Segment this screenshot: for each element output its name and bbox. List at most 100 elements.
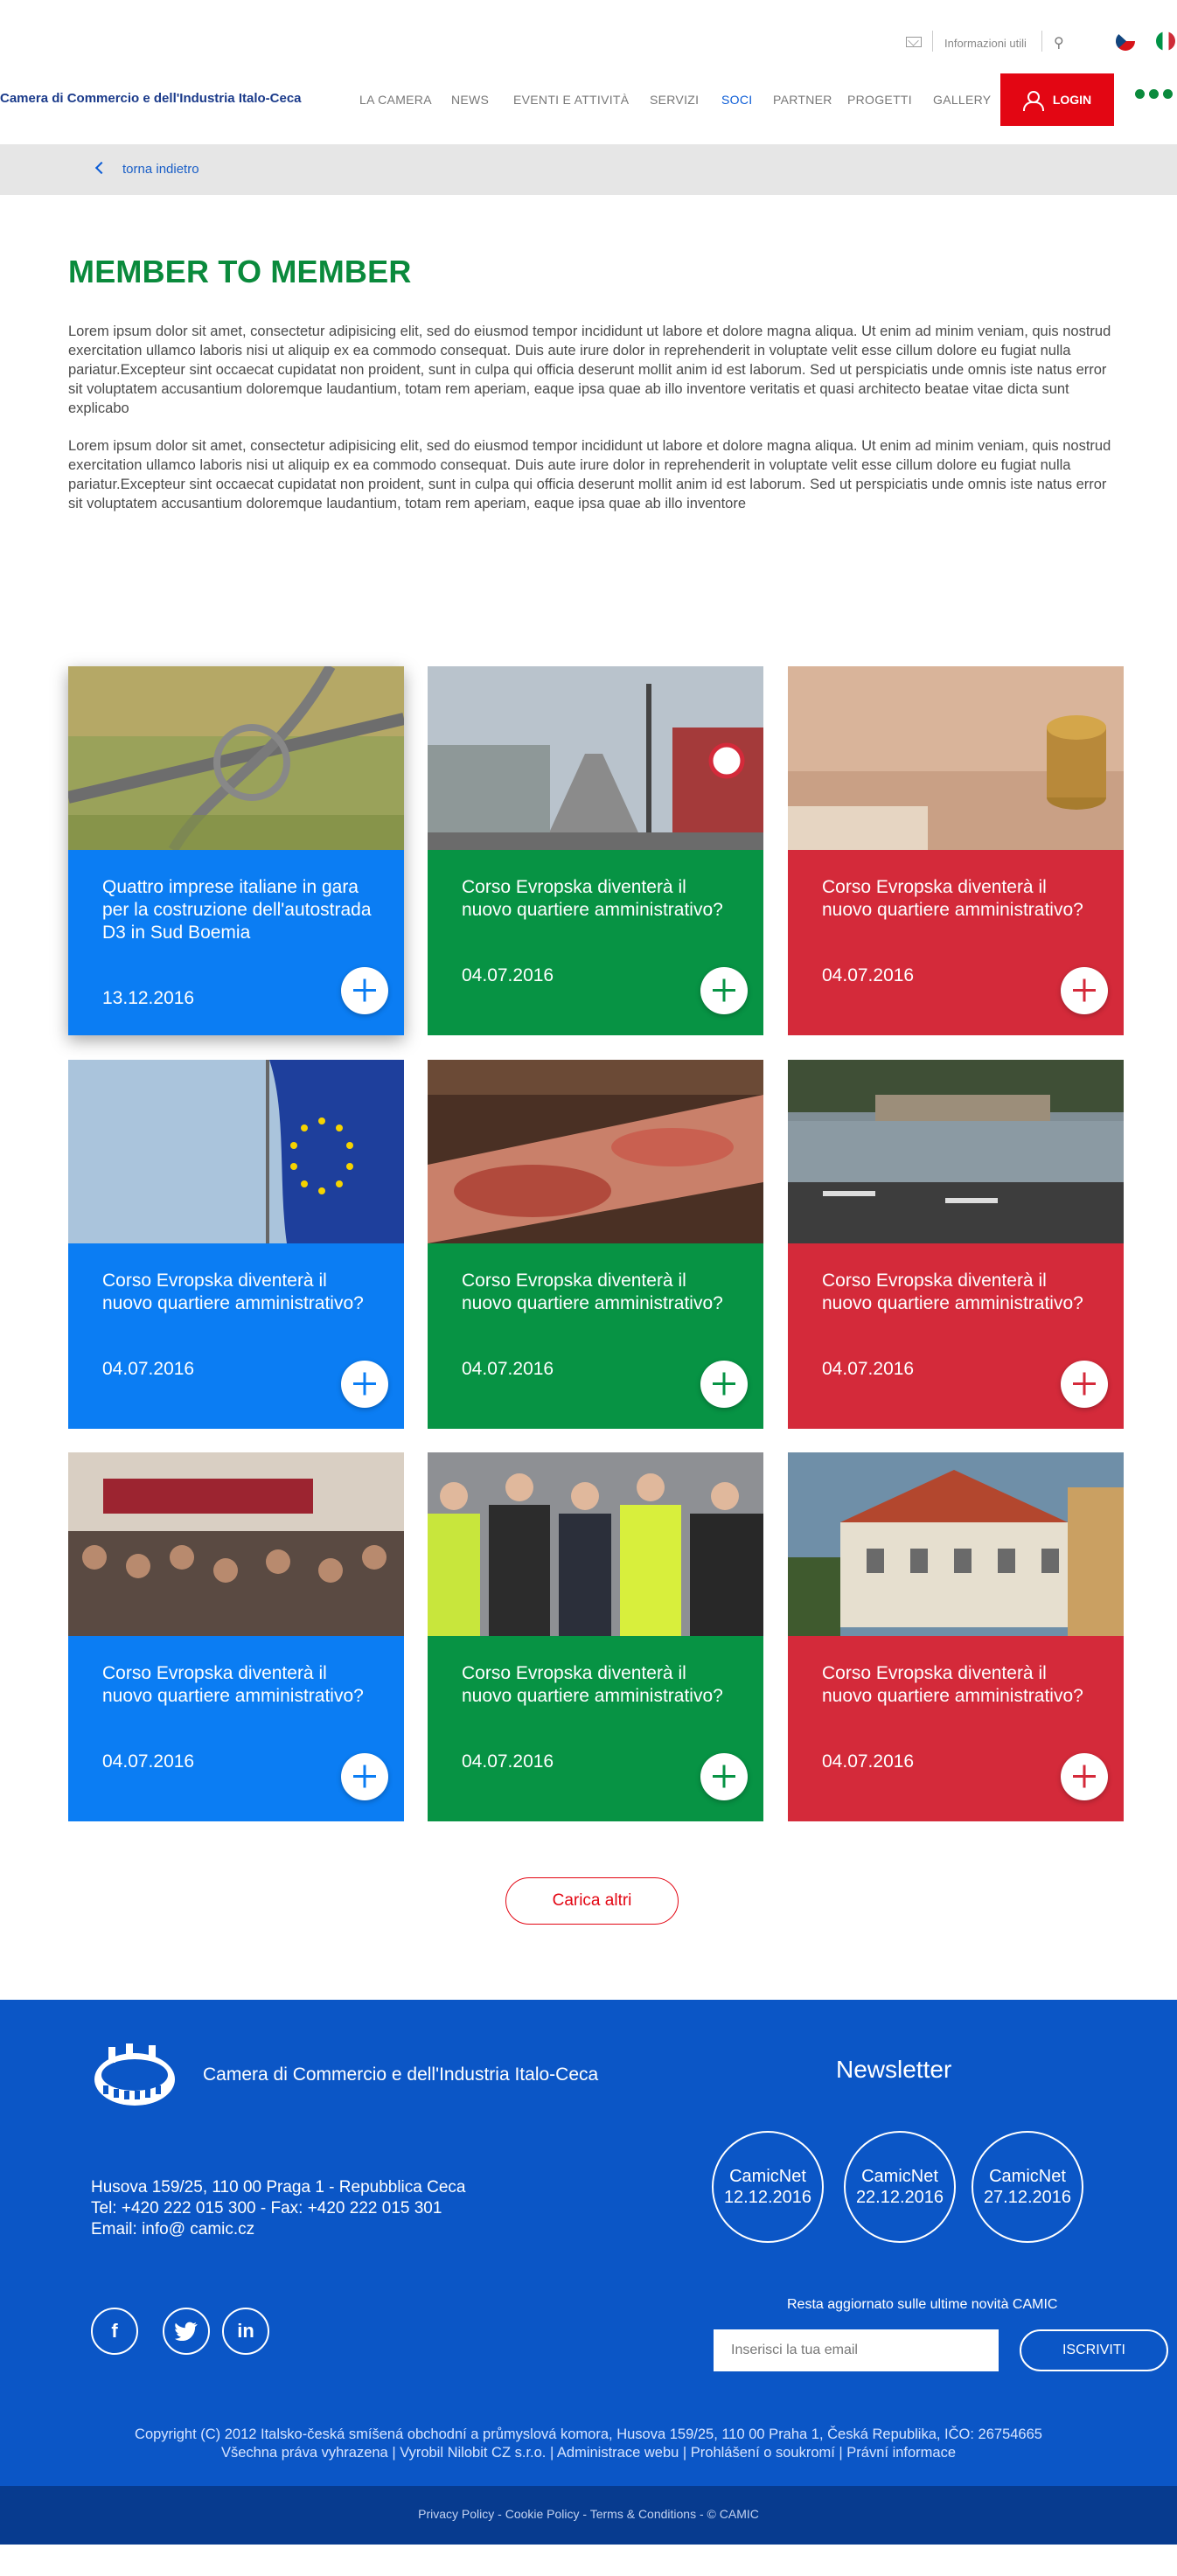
issue-date: 27.12.2016	[983, 2188, 1072, 2207]
plus-icon[interactable]	[341, 1361, 388, 1408]
copyright-line: Copyright (C) 2012 Italsko-česká smíšená…	[135, 2426, 1042, 2442]
issue-date: 22.12.2016	[855, 2188, 944, 2207]
plus-icon[interactable]	[1061, 967, 1108, 1014]
city-avenue-image	[428, 666, 763, 850]
breadcrumb-bar: torna indietro	[0, 144, 1177, 195]
card-title[interactable]: Corso Evropska diventerà il nuovo quarti…	[102, 1662, 373, 1708]
plus-icon[interactable]	[341, 967, 388, 1014]
card-title[interactable]: Corso Evropska diventerà il nuovo quarti…	[102, 1270, 373, 1315]
italian-flag-icon[interactable]	[1156, 31, 1175, 51]
card-body: Corso Evropska diventerà il nuovo quarti…	[68, 1243, 404, 1429]
login-button[interactable]: LOGIN	[1000, 73, 1114, 126]
river-image	[788, 1060, 1124, 1243]
news-card[interactable]: Corso Evropska diventerà il nuovo quarti…	[68, 1452, 404, 1821]
intro-paragraph: Lorem ipsum dolor sit amet, consectetur …	[68, 438, 1111, 512]
card-title[interactable]: Corso Evropska diventerà il nuovo quarti…	[462, 876, 733, 922]
card-body: Corso Evropska diventerà il nuovo quarti…	[428, 1636, 763, 1821]
czech-flag-icon[interactable]	[1116, 31, 1135, 51]
news-card[interactable]: Corso Evropska diventerà il nuovo quarti…	[428, 1452, 763, 1821]
divider	[1041, 31, 1042, 52]
coins-image	[788, 666, 1124, 850]
card-body: Corso Evropska diventerà il nuovo quarti…	[788, 1243, 1124, 1429]
card-body: Quattro imprese italiane in gara per la …	[68, 850, 404, 1035]
conference-image	[68, 1452, 404, 1636]
news-card[interactable]: Corso Evropska diventerà il nuovo quarti…	[68, 1060, 404, 1429]
search-icon[interactable]: ⚲	[1054, 34, 1064, 52]
more-menu-icon[interactable]	[1135, 89, 1173, 99]
footer-phone: Tel: +420 222 015 300 - Fax: +420 222 01…	[91, 2199, 442, 2217]
card-title[interactable]: Corso Evropska diventerà il nuovo quarti…	[822, 876, 1093, 922]
chevron-left-icon[interactable]	[94, 161, 108, 175]
plus-icon[interactable]	[1061, 1361, 1108, 1408]
nav-soci[interactable]: SOCI	[721, 93, 752, 107]
news-card[interactable]: Corso Evropska diventerà il nuovo quarti…	[788, 666, 1124, 1035]
newsletter-issue[interactable]: CamicNet 22.12.2016	[844, 2131, 956, 2243]
issue-date: 12.12.2016	[723, 2188, 812, 2207]
policy-links[interactable]: Privacy Policy - Cookie Policy - Terms &…	[0, 2507, 1177, 2521]
news-card[interactable]: Corso Evropska diventerà il nuovo quarti…	[788, 1060, 1124, 1429]
card-title[interactable]: Corso Evropska diventerà il nuovo quarti…	[462, 1270, 733, 1315]
historic-building-image	[788, 1452, 1124, 1636]
nav-partner[interactable]: PARTNER	[773, 93, 832, 107]
newsletter-issue[interactable]: CamicNet 12.12.2016	[712, 2131, 824, 2243]
mail-icon[interactable]	[906, 37, 922, 47]
highway-image	[68, 666, 404, 850]
plus-icon[interactable]	[1061, 1753, 1108, 1800]
card-date: 04.07.2016	[822, 965, 915, 985]
facebook-icon[interactable]: f	[91, 2308, 138, 2355]
card-date: 04.07.2016	[822, 1751, 915, 1772]
card-title[interactable]: Quattro imprese italiane in gara per la …	[102, 876, 373, 944]
useful-info-link[interactable]: Informazioni utili	[944, 37, 1027, 50]
intro-paragraph: Lorem ipsum dolor sit amet, consectetur …	[68, 324, 1111, 416]
nav-eventi[interactable]: EVENTI E ATTIVITÀ	[513, 93, 629, 107]
email-field[interactable]	[714, 2329, 999, 2371]
news-card[interactable]: Corso Evropska diventerà il nuovo quarti…	[428, 666, 763, 1035]
legal-links[interactable]: Všechna práva vyhrazena | Vyrobil Nilobi…	[0, 2445, 1177, 2461]
card-body: Corso Evropska diventerà il nuovo quarti…	[428, 850, 763, 1035]
linkedin-icon[interactable]: in	[222, 2308, 269, 2355]
back-link[interactable]: torna indietro	[122, 162, 199, 177]
news-card[interactable]: Quattro imprese italiane in gara per la …	[68, 666, 404, 1035]
card-body: Corso Evropska diventerà il nuovo quarti…	[428, 1243, 763, 1429]
buffet-image	[428, 1060, 763, 1243]
card-date: 04.07.2016	[102, 1359, 195, 1379]
plus-icon[interactable]	[700, 1753, 748, 1800]
user-icon	[1022, 91, 1044, 111]
login-label: LOGIN	[1052, 93, 1092, 107]
card-title[interactable]: Corso Evropska diventerà il nuovo quarti…	[822, 1662, 1093, 1708]
issue-name: CamicNet	[729, 2167, 806, 2186]
card-body: Corso Evropska diventerà il nuovo quarti…	[788, 1636, 1124, 1821]
site-visit-image	[428, 1452, 763, 1636]
footer-address: Husova 159/25, 110 00 Praga 1 - Repubbli…	[91, 2178, 466, 2197]
plus-icon[interactable]	[700, 967, 748, 1014]
newsletter-issue[interactable]: CamicNet 27.12.2016	[972, 2131, 1083, 2243]
site-brand[interactable]: Camera di Commercio e dell'Industria Ita…	[0, 91, 302, 106]
card-date: 04.07.2016	[822, 1359, 915, 1379]
colosseum-logo-icon[interactable]	[91, 2040, 178, 2110]
plus-icon[interactable]	[341, 1753, 388, 1800]
news-card[interactable]: Corso Evropska diventerà il nuovo quarti…	[428, 1060, 763, 1429]
subscribe-text: Resta aggiornato sulle ultime novità CAM…	[787, 2297, 1058, 2312]
bottom-bar: Privacy Policy - Cookie Policy - Terms &…	[0, 2486, 1177, 2545]
issue-name: CamicNet	[989, 2167, 1066, 2186]
utility-bar: Informazioni utili ⚲	[0, 26, 1177, 58]
load-more-button[interactable]: Carica altri	[505, 1877, 679, 1925]
plus-icon[interactable]	[700, 1361, 748, 1408]
nav-gallery[interactable]: GALLERY	[933, 93, 991, 107]
footer-brand: Camera di Commercio e dell'Industria Ita…	[203, 2064, 599, 2085]
nav-progetti[interactable]: PROGETTI	[847, 93, 912, 107]
card-date: 04.07.2016	[462, 1359, 554, 1379]
subscribe-button[interactable]: ISCRIVITI	[1020, 2329, 1168, 2371]
nav-news[interactable]: NEWS	[451, 93, 489, 107]
nav-la-camera[interactable]: LA CAMERA	[359, 93, 432, 107]
footer-email[interactable]: Email: info@ camic.cz	[91, 2219, 254, 2240]
nav-servizi[interactable]: SERVIZI	[650, 93, 699, 107]
issue-name: CamicNet	[861, 2167, 938, 2186]
twitter-icon[interactable]	[163, 2308, 210, 2355]
card-title[interactable]: Corso Evropska diventerà il nuovo quarti…	[462, 1662, 733, 1708]
news-card[interactable]: Corso Evropska diventerà il nuovo quarti…	[788, 1452, 1124, 1821]
card-date: 04.07.2016	[462, 1751, 554, 1772]
page-title: MEMBER TO MEMBER	[68, 254, 412, 289]
divider	[932, 31, 933, 52]
card-title[interactable]: Corso Evropska diventerà il nuovo quarti…	[822, 1270, 1093, 1315]
